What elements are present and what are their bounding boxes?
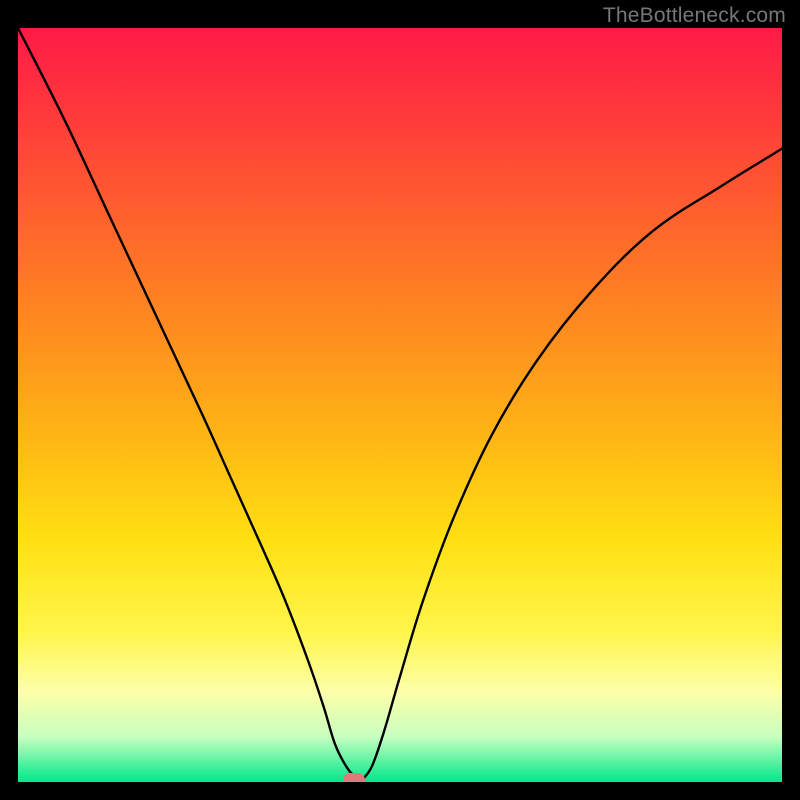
watermark-text: TheBottleneck.com — [603, 4, 786, 28]
optimal-point-marker — [343, 773, 365, 782]
chart-frame: TheBottleneck.com — [0, 0, 800, 800]
bottleneck-curve — [18, 28, 782, 782]
plot-area — [18, 28, 782, 782]
